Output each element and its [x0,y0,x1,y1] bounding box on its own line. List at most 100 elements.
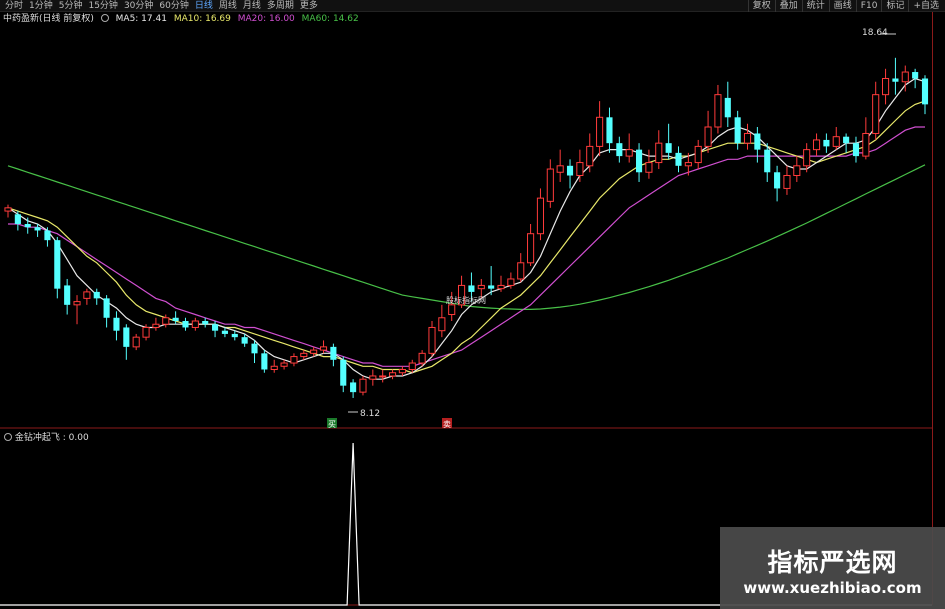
candle[interactable] [625,133,633,163]
candle-body [714,94,722,128]
candle[interactable] [754,127,761,163]
candle[interactable] [812,133,821,157]
candle[interactable] [123,324,130,360]
candle[interactable] [212,321,219,338]
candle[interactable] [300,350,308,360]
candle[interactable] [221,327,228,338]
candle[interactable] [359,375,367,396]
candle[interactable] [113,311,120,341]
candle[interactable] [556,149,564,182]
candle[interactable] [774,165,781,202]
candle[interactable] [330,343,337,367]
candle[interactable] [576,149,584,182]
candle[interactable] [704,110,712,153]
candle[interactable] [310,346,318,357]
draw-line-button[interactable]: 画线 [828,0,856,12]
tab-5min[interactable]: 5分钟 [56,0,86,12]
candle[interactable] [862,117,870,160]
candle[interactable] [606,107,613,153]
candle[interactable] [892,57,899,95]
candle[interactable] [152,317,160,331]
tab-daily[interactable]: 日线 [192,0,216,12]
tab-multi-period[interactable]: 多周期 [264,0,297,12]
candle[interactable] [675,146,682,173]
candle[interactable] [882,68,890,105]
candle[interactable] [191,317,199,331]
candle[interactable] [64,278,71,315]
candle[interactable] [398,366,406,376]
tab-60min[interactable]: 60分钟 [156,0,191,12]
candle[interactable] [546,159,554,208]
candle[interactable] [694,139,702,170]
candle[interactable] [280,359,288,370]
candle-body [803,149,811,167]
candle[interactable] [734,110,741,150]
candle[interactable] [921,75,929,115]
candle[interactable] [635,143,643,182]
stats-button[interactable]: 统计 [801,0,829,12]
candle[interactable] [517,253,525,283]
candle[interactable] [783,165,791,195]
indicator-gear-icon[interactable] [4,433,12,441]
candle[interactable] [340,356,347,393]
tab-30min[interactable]: 30分钟 [121,0,156,12]
candle[interactable] [852,136,860,163]
candle[interactable] [596,101,604,157]
candle[interactable] [261,350,268,373]
tab-1min[interactable]: 1分钟 [26,0,56,12]
candle-body [54,240,61,289]
candle[interactable] [724,81,731,127]
kline-chart-canvas[interactable]: 18.64 8.12 买 卖 股标指标网 [0,0,945,609]
candle-body [418,352,426,364]
candle[interactable] [270,359,278,373]
mark-button[interactable]: 标记 [881,0,908,12]
candle[interactable] [369,369,377,386]
tab-timeshare[interactable]: 分时 [2,0,26,12]
candle[interactable] [793,156,801,182]
candle[interactable] [832,127,840,150]
candle[interactable] [103,295,110,328]
candle[interactable] [251,340,258,364]
candle[interactable] [665,123,672,160]
settings-gear-icon[interactable] [100,14,109,22]
overlay-button[interactable]: 叠加 [774,0,802,12]
candle[interactable] [843,133,850,153]
f10-button[interactable]: F10 [855,0,882,12]
candle[interactable] [83,288,91,305]
candle[interactable] [4,204,12,218]
watermark-text: 指标严选网 [767,548,898,577]
candle[interactable] [182,317,189,331]
candle[interactable] [388,369,397,380]
candle[interactable] [202,317,209,328]
candle[interactable] [714,84,722,134]
candle[interactable] [73,295,81,325]
candle[interactable] [912,68,919,89]
candle[interactable] [823,133,830,153]
candle[interactable] [14,211,21,231]
candle[interactable] [645,149,653,179]
candle[interactable] [350,379,357,398]
candle[interactable] [231,330,238,341]
candle[interactable] [379,369,387,383]
tab-more[interactable]: 更多 [297,0,321,12]
candle[interactable] [616,136,623,163]
candle[interactable] [566,159,574,189]
candle[interactable] [586,133,594,173]
candle[interactable] [93,288,100,305]
candle-body [625,149,633,157]
candle[interactable] [438,304,446,338]
candle[interactable] [428,321,436,357]
candle[interactable] [536,188,545,241]
candle[interactable] [872,81,880,140]
add-watchlist-button[interactable]: +自选 [908,0,943,12]
candle[interactable] [290,353,298,367]
tab-weekly[interactable]: 周线 [216,0,240,12]
candle[interactable] [527,224,535,267]
candle[interactable] [54,236,61,299]
candle[interactable] [132,333,140,351]
tab-monthly[interactable]: 月线 [240,0,264,12]
tab-15min[interactable]: 15分钟 [85,0,120,12]
candle[interactable] [655,130,663,170]
candle[interactable] [743,123,752,150]
adjust-button[interactable]: 复权 [747,0,775,12]
